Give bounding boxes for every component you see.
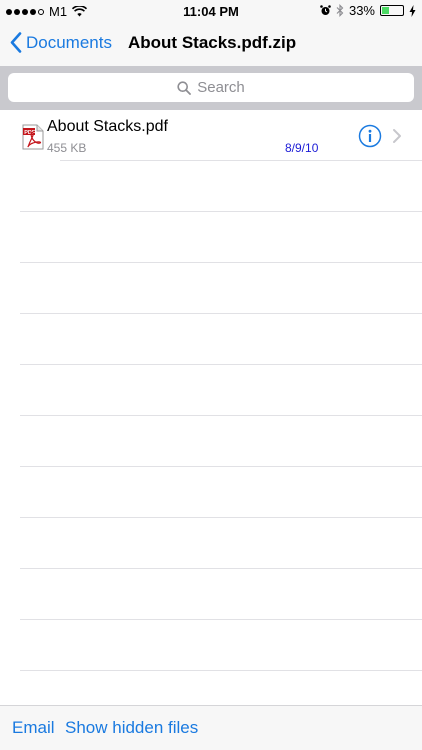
row-separator [20, 568, 422, 569]
show-hidden-files-button[interactable]: Show hidden files [65, 718, 198, 738]
file-name: About Stacks.pdf [47, 118, 168, 135]
row-separator [60, 160, 422, 161]
row-separator [20, 670, 422, 671]
battery-icon [380, 5, 404, 16]
page-title: About Stacks.pdf.zip [128, 33, 297, 52]
bluetooth-icon [336, 4, 344, 17]
bottom-toolbar: Email Show hidden files [0, 705, 422, 750]
row-separator [20, 262, 422, 263]
svg-text:PDF: PDF [24, 130, 36, 136]
battery-percent: 33% [348, 3, 375, 18]
info-icon[interactable] [358, 124, 382, 148]
battery-fill [382, 7, 389, 14]
chevron-left-icon [10, 32, 22, 53]
alarm-clock-icon [320, 5, 331, 15]
charging-bolt-icon [409, 4, 416, 17]
row-separator [20, 313, 422, 314]
navigation-bar: Documents About Stacks.pdf.zip [0, 22, 422, 66]
file-date: 8/9/10 [285, 141, 319, 155]
chevron-right-icon [393, 129, 401, 143]
back-button-label: Documents [26, 32, 112, 52]
file-row[interactable]: PDF About Stacks.pdf 455 KB 8/9/10 [0, 110, 422, 162]
status-right: 33% [320, 3, 416, 18]
row-separator [20, 364, 422, 365]
search-bar: Search [0, 66, 422, 110]
row-separator [20, 466, 422, 467]
email-button[interactable]: Email [12, 718, 55, 738]
row-separator [20, 517, 422, 518]
search-input[interactable]: Search [8, 73, 414, 102]
pdf-file-icon: PDF [22, 124, 44, 150]
row-separator [20, 619, 422, 620]
back-button[interactable]: Documents [10, 32, 112, 53]
search-icon [177, 80, 192, 95]
row-separator [20, 211, 422, 212]
row-separator [20, 415, 422, 416]
status-bar: M1 11:04 PM 33% [0, 0, 422, 22]
search-placeholder: Search [197, 79, 245, 96]
file-size: 455 KB [47, 141, 87, 155]
